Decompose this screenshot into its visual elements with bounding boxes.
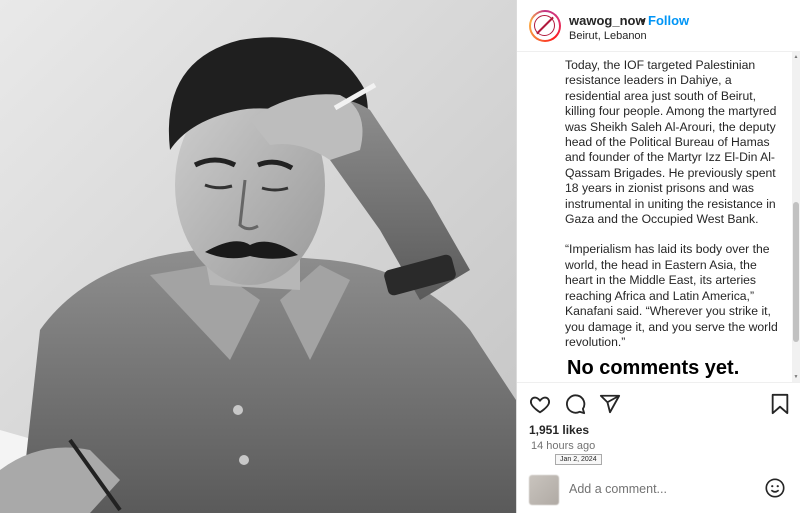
add-comment-row bbox=[517, 471, 800, 513]
date-tooltip: Jan 2, 2024 bbox=[555, 454, 602, 465]
smiley-icon[interactable] bbox=[764, 477, 786, 504]
post-header: wawog_now • Follow Beirut, Lebanon bbox=[517, 0, 800, 52]
separator-dot: • bbox=[641, 13, 646, 28]
caption-paragraph: “Imperialism has laid its body over the … bbox=[565, 242, 778, 349]
caption-paragraph: Today, the IOF targeted Palestinian resi… bbox=[565, 58, 777, 227]
username-link[interactable]: wawog_now bbox=[569, 13, 646, 28]
caption-area: Today, the IOF targeted Palestinian resi… bbox=[517, 52, 800, 382]
post-photo[interactable] bbox=[0, 0, 516, 513]
post-timestamp[interactable]: 14 hours ago bbox=[531, 440, 595, 452]
paper-plane-icon[interactable] bbox=[599, 393, 621, 420]
follow-button[interactable]: Follow bbox=[648, 13, 689, 28]
no-comments-message: No comments yet. bbox=[567, 357, 740, 379]
profile-avatar[interactable] bbox=[529, 10, 561, 42]
post-side-panel: wawog_now • Follow Beirut, Lebanon Today… bbox=[516, 0, 800, 513]
portrait-illustration bbox=[0, 0, 516, 513]
likes-count[interactable]: 1,951 likes bbox=[529, 423, 589, 437]
scroll-up-arrow-icon[interactable]: ▲ bbox=[793, 54, 799, 60]
comment-bubble-icon[interactable] bbox=[564, 393, 586, 420]
comment-input[interactable] bbox=[569, 479, 749, 499]
bookmark-icon[interactable] bbox=[770, 393, 790, 420]
current-user-avatar bbox=[529, 475, 559, 505]
scroll-thumb[interactable] bbox=[793, 202, 799, 342]
post-actions: 1,951 likes 14 hours ago Jan 2, 2024 bbox=[517, 382, 800, 513]
caption-scrollbar[interactable]: ▲ ▼ bbox=[792, 52, 800, 382]
heart-icon[interactable] bbox=[529, 393, 551, 420]
location-link[interactable]: Beirut, Lebanon bbox=[569, 30, 647, 42]
caption-text: Today, the IOF targeted Palestinian resi… bbox=[565, 58, 779, 365]
avatar-logo bbox=[531, 12, 559, 40]
scroll-down-arrow-icon[interactable]: ▼ bbox=[793, 374, 799, 380]
